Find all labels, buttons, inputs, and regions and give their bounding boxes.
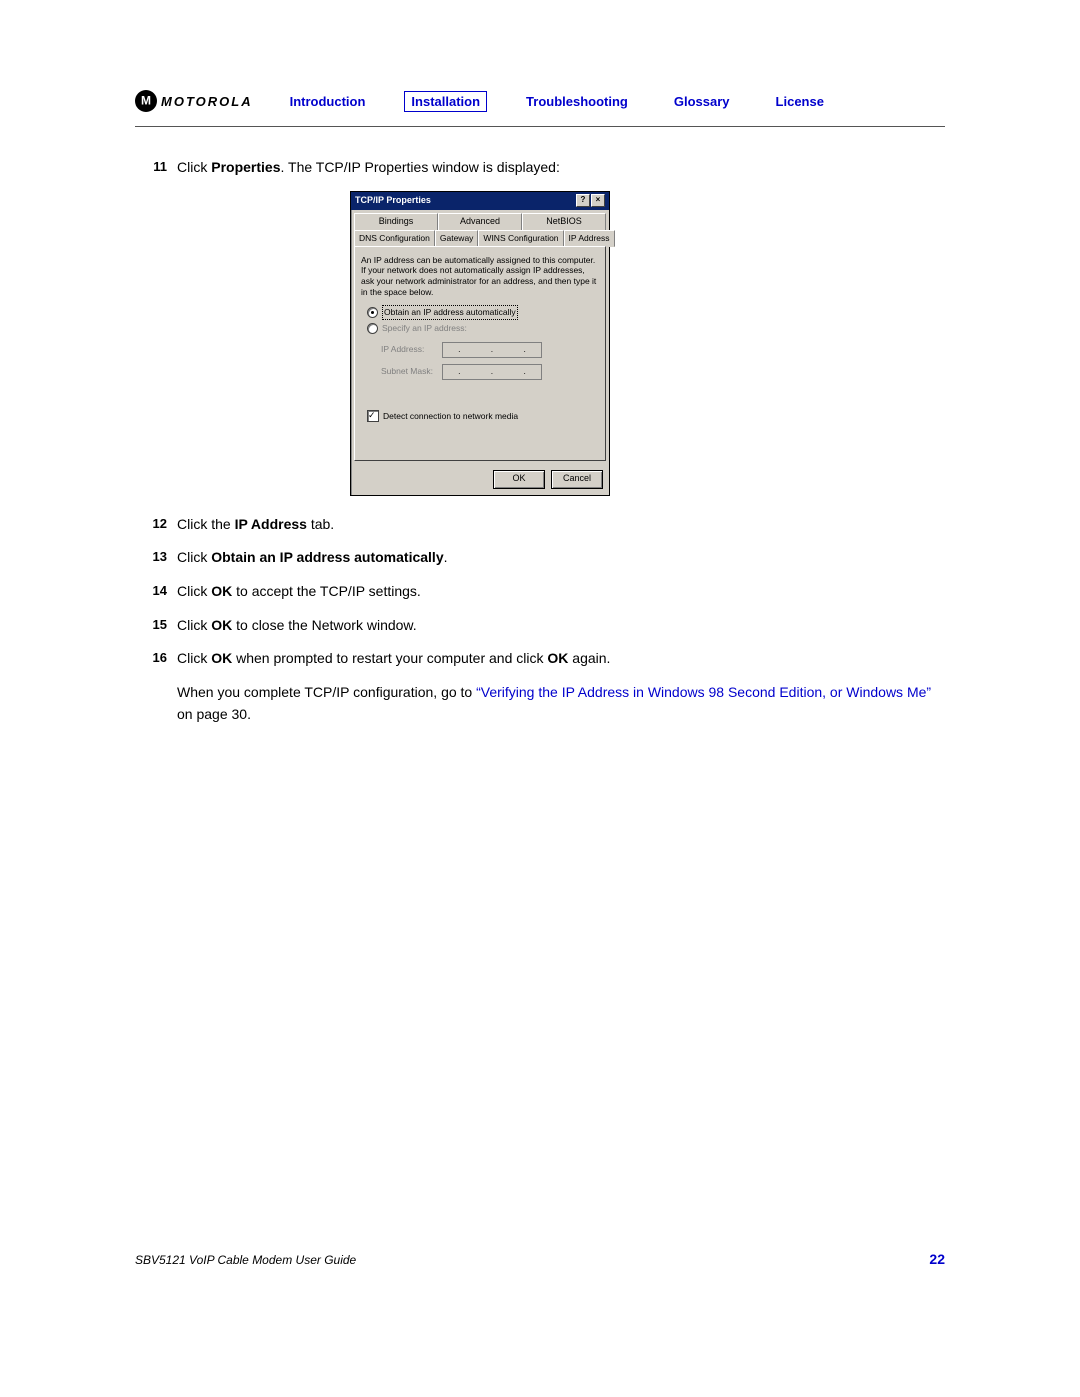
step-text: Click OK to accept the TCP/IP settings. (177, 581, 945, 603)
step-15: 15 Click OK to close the Network window. (135, 615, 945, 637)
dialog-tabs: Bindings Advanced NetBIOS DNS Configurat… (351, 210, 609, 246)
tab-bindings[interactable]: Bindings (354, 213, 438, 230)
nav-troubleshooting[interactable]: Troubleshooting (519, 91, 635, 112)
step-text: Click Obtain an IP address automatically… (177, 547, 945, 569)
radio-obtain-auto[interactable]: Obtain an IP address automatically (367, 305, 599, 320)
tab-dns[interactable]: DNS Configuration (354, 230, 435, 246)
ip-address-input: ... (442, 342, 542, 358)
step-text: Click OK to close the Network window. (177, 615, 945, 637)
content-body: 11 Click Properties. The TCP/IP Properti… (135, 157, 945, 726)
cross-reference-link[interactable]: “Verifying the IP Address in Windows 98 … (476, 684, 931, 700)
step-text: Click Properties. The TCP/IP Properties … (177, 157, 945, 179)
radio-specify[interactable]: Specify an IP address: (367, 322, 599, 335)
close-icon[interactable]: × (591, 194, 605, 207)
ok-button[interactable]: OK (493, 470, 545, 489)
step-number: 13 (135, 547, 177, 569)
tab-wins[interactable]: WINS Configuration (478, 230, 563, 246)
page-header: MOTOROLA Introduction Installation Troub… (135, 90, 945, 127)
page-number: 22 (929, 1251, 945, 1267)
brand-text: MOTOROLA (161, 94, 253, 109)
step-12: 12 Click the IP Address tab. (135, 514, 945, 536)
checkbox-label: Detect connection to network media (383, 410, 518, 423)
dialog-description: An IP address can be automatically assig… (361, 255, 599, 298)
ip-address-label: IP Address: (381, 343, 436, 356)
dialog-titlebar: TCP/IP Properties ? × (351, 192, 609, 210)
tab-ipaddress[interactable]: IP Address (564, 230, 615, 247)
tcpip-dialog: TCP/IP Properties ? × Bindings Advanced … (350, 191, 610, 496)
ip-fields: IP Address: ... Subnet Mask: ... (381, 342, 599, 380)
dialog-buttons: OK Cancel (351, 464, 609, 495)
dialog-title: TCP/IP Properties (355, 194, 431, 208)
radio-label: Obtain an IP address automatically (382, 305, 518, 320)
step-number: 16 (135, 648, 177, 670)
step-number: 15 (135, 615, 177, 637)
radio-label: Specify an IP address: (382, 322, 467, 335)
embedded-screenshot: TCP/IP Properties ? × Bindings Advanced … (350, 191, 945, 496)
subnet-mask-input: ... (442, 364, 542, 380)
nav-glossary[interactable]: Glossary (667, 91, 737, 112)
tab-advanced[interactable]: Advanced (438, 213, 522, 230)
completion-note: When you complete TCP/IP configuration, … (177, 682, 945, 725)
tab-netbios[interactable]: NetBIOS (522, 213, 606, 230)
step-16: 16 Click OK when prompted to restart you… (135, 648, 945, 670)
detect-connection-checkbox[interactable]: Detect connection to network media (367, 410, 599, 423)
dialog-panel: An IP address can be automatically assig… (354, 246, 606, 461)
step-number: 11 (135, 157, 177, 179)
step-number: 14 (135, 581, 177, 603)
step-13: 13 Click Obtain an IP address automatica… (135, 547, 945, 569)
radio-icon (367, 323, 378, 334)
step-14: 14 Click OK to accept the TCP/IP setting… (135, 581, 945, 603)
step-text: Click the IP Address tab. (177, 514, 945, 536)
step-text: Click OK when prompted to restart your c… (177, 648, 945, 670)
help-icon[interactable]: ? (576, 194, 590, 207)
checkbox-icon (367, 410, 379, 422)
footer-title: SBV5121 VoIP Cable Modem User Guide (135, 1253, 356, 1267)
brand-logo: MOTOROLA (135, 90, 253, 112)
radio-icon (367, 307, 378, 318)
step-11: 11 Click Properties. The TCP/IP Properti… (135, 157, 945, 179)
nav-license[interactable]: License (769, 91, 831, 112)
subnet-mask-label: Subnet Mask: (381, 365, 436, 378)
motorola-icon (135, 90, 157, 112)
header-nav: Introduction Installation Troubleshootin… (283, 91, 831, 112)
page-footer: SBV5121 VoIP Cable Modem User Guide 22 (135, 1251, 945, 1337)
nav-introduction[interactable]: Introduction (283, 91, 373, 112)
step-number: 12 (135, 514, 177, 536)
tab-gateway[interactable]: Gateway (435, 230, 479, 246)
cancel-button[interactable]: Cancel (551, 470, 603, 489)
nav-installation[interactable]: Installation (404, 91, 487, 112)
